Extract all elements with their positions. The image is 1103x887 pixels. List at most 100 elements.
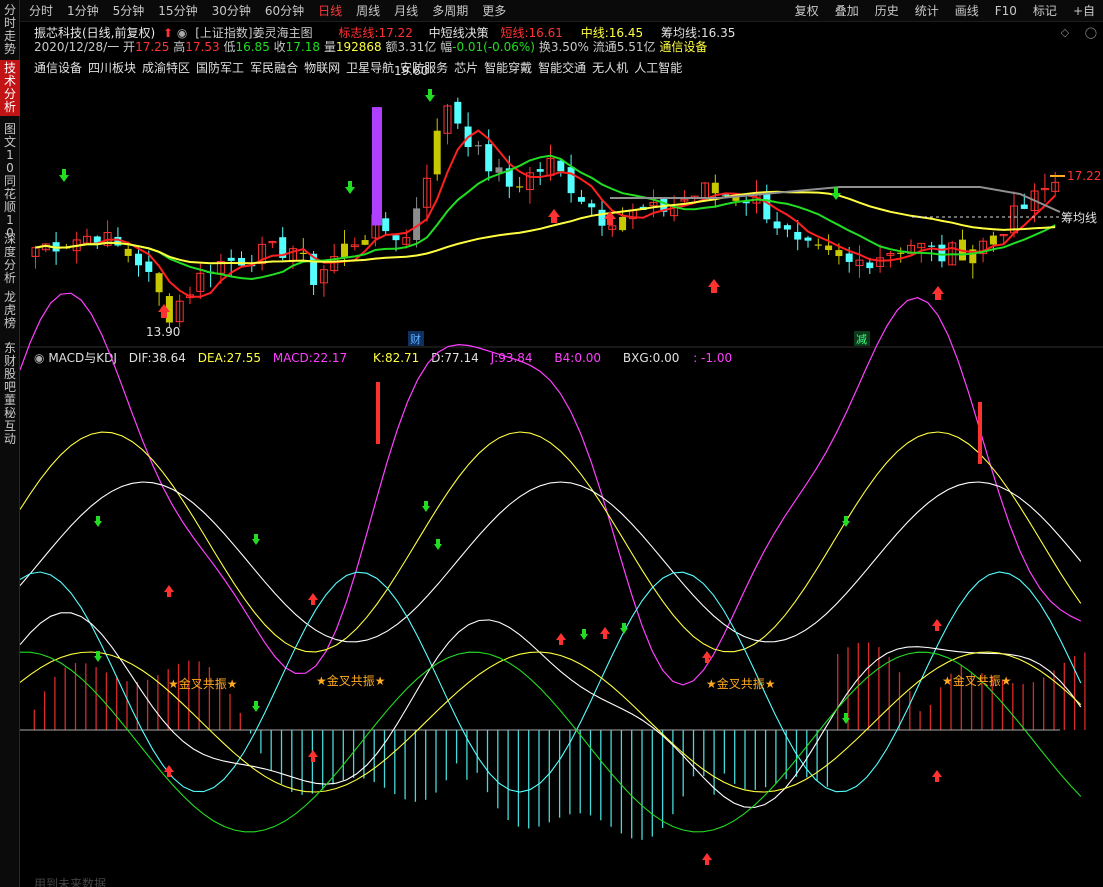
top-signal-1 (376, 382, 380, 444)
candle-87 (928, 241, 936, 262)
sidebar-tab-4[interactable]: 深度分析 (0, 231, 20, 285)
signal-markers (59, 89, 944, 318)
candle-63 (680, 190, 689, 204)
golden-cross-label-1: ★金叉共振★ (316, 673, 386, 688)
period-tab-10[interactable]: 更多 (475, 0, 513, 22)
candle-89 (948, 240, 957, 266)
candle-73 (783, 223, 791, 238)
sidebar-tab-5[interactable]: 龙虎榜 (0, 289, 20, 334)
kdj-sell-4 (580, 629, 588, 640)
signal-bar (372, 107, 382, 226)
kdj-buy-3 (600, 627, 610, 639)
sidebar-tab-3[interactable]: 同花顺10 (0, 173, 20, 240)
indicator-signals: ★金叉共振★ ★金叉共振★ ★金叉共振★ ★金叉共振★ (94, 382, 1012, 865)
period-tab-8[interactable]: 月线 (387, 0, 425, 22)
candle-41 (454, 97, 462, 129)
period-tab-0[interactable]: 分时 (22, 0, 60, 22)
candle-4 (72, 231, 81, 264)
candle-48 (525, 167, 534, 204)
sell-arrow-1 (345, 181, 355, 194)
tool-button-6[interactable]: 标记 (1025, 0, 1065, 22)
kdj-sell-0 (94, 516, 102, 527)
tool-button-7[interactable]: +自 (1065, 0, 1103, 22)
period-tab-5[interactable]: 60分钟 (258, 0, 311, 22)
stock-chart[interactable]: ★金叉共振★ ★金叉共振★ ★金叉共振★ ★金叉共振★ 19.60 13.90 17.… (20, 22, 1103, 887)
tool-button-0[interactable]: 复权 (787, 0, 827, 22)
candle-22 (258, 236, 267, 271)
candle-32 (361, 234, 369, 246)
sidebar-tab-7[interactable]: 董秘互动 (0, 392, 20, 448)
kdj-buy-5 (932, 619, 942, 631)
kdj-sell-3 (434, 539, 442, 550)
candle-53 (577, 189, 585, 205)
high-price-label: 19.60 (394, 64, 428, 78)
sidebar-tab-6[interactable]: 东财股吧 (0, 340, 20, 394)
period-tab-7[interactable]: 周线 (349, 0, 387, 22)
candle-43 (474, 140, 482, 155)
candle-75 (804, 235, 812, 248)
candle-82 (876, 244, 885, 273)
choujun-line-tag: 筹均线 (1061, 211, 1097, 225)
candle-14 (175, 294, 184, 328)
kdj-buy-4 (702, 651, 712, 663)
tool-buttons: 复权 叠加 历史 统计 画线 F10 标记 +自 (787, 0, 1103, 22)
sidebar-tab-1[interactable]: 技术分析 (0, 60, 20, 116)
candle-77 (825, 234, 833, 255)
candle-98 (1040, 173, 1049, 203)
candle-52 (567, 154, 575, 203)
buy-arrow-1 (548, 209, 560, 223)
period-tab-9[interactable]: 多周期 (425, 0, 475, 22)
candle-20 (238, 251, 245, 267)
k-line (20, 431, 1082, 653)
period-tab-6[interactable]: 日线 (311, 0, 349, 22)
kdj-buy-1 (308, 593, 318, 605)
sidebar-tab-0[interactable]: 分时走势 (0, 2, 20, 56)
tool-button-5[interactable]: F10 (987, 0, 1025, 22)
candle-84 (897, 247, 905, 263)
kdj-buy-0 (164, 585, 174, 597)
candle-47 (516, 176, 524, 193)
golden-cross-label-0: ★金叉共振★ (168, 676, 238, 691)
period-tab-2[interactable]: 5分钟 (106, 0, 152, 22)
sell-arrow-0 (59, 169, 69, 182)
top-signal-2 (978, 402, 982, 464)
candle-51 (557, 159, 565, 177)
tool-button-2[interactable]: 历史 (867, 0, 907, 22)
mid-line (35, 154, 1056, 281)
candle-5 (83, 228, 91, 244)
kdj-buy-7 (308, 750, 318, 762)
candle-76 (814, 238, 822, 250)
indicator-lines (20, 292, 1082, 833)
candle-40 (443, 103, 452, 145)
kdj-sell-8 (252, 701, 260, 712)
candle-10 (135, 246, 142, 277)
candle-66 (711, 174, 719, 208)
chart-annotations: 19.60 13.90 17.22 筹均线 财 减 (146, 64, 1101, 346)
event-cai-label: 财 (410, 332, 421, 346)
sell-arrow-3 (831, 187, 841, 200)
sidebar-tab-2[interactable]: 图文10 (0, 121, 20, 175)
period-toolbar: 分时 1分钟 5分钟 15分钟 30分钟 60分钟 日线 周线 月线 多周期 更多 复权 叠加 历史 统计… (20, 0, 1103, 22)
kdj-buy-8 (702, 853, 712, 865)
candle-88 (938, 234, 946, 268)
golden-cross-label-2: ★金叉共振★ (706, 676, 776, 691)
period-tab-1[interactable]: 1分钟 (60, 0, 106, 22)
tool-button-4[interactable]: 画线 (947, 0, 987, 22)
tool-button-1[interactable]: 叠加 (827, 0, 867, 22)
candle-23 (268, 240, 277, 249)
candle-80 (855, 245, 864, 278)
buy-arrow-4 (932, 286, 944, 300)
j-line (20, 292, 1082, 686)
tool-button-3[interactable]: 统计 (907, 0, 947, 22)
kdj-sell-2 (422, 501, 430, 512)
candle-91 (969, 244, 977, 279)
low-price-label: 13.90 (146, 325, 180, 339)
kdj-buy-9 (932, 770, 942, 782)
left-sidebar: 分时走势技术分析图文10同花顺10深度分析龙虎榜东财股吧董秘互动 (0, 0, 20, 887)
candle-37 (413, 197, 421, 248)
period-tab-4[interactable]: 30分钟 (205, 0, 258, 22)
kdj-sell-9 (842, 713, 850, 724)
period-tab-3[interactable]: 15分钟 (151, 0, 204, 22)
candlesticks (31, 97, 1060, 328)
candle-72 (773, 212, 781, 235)
